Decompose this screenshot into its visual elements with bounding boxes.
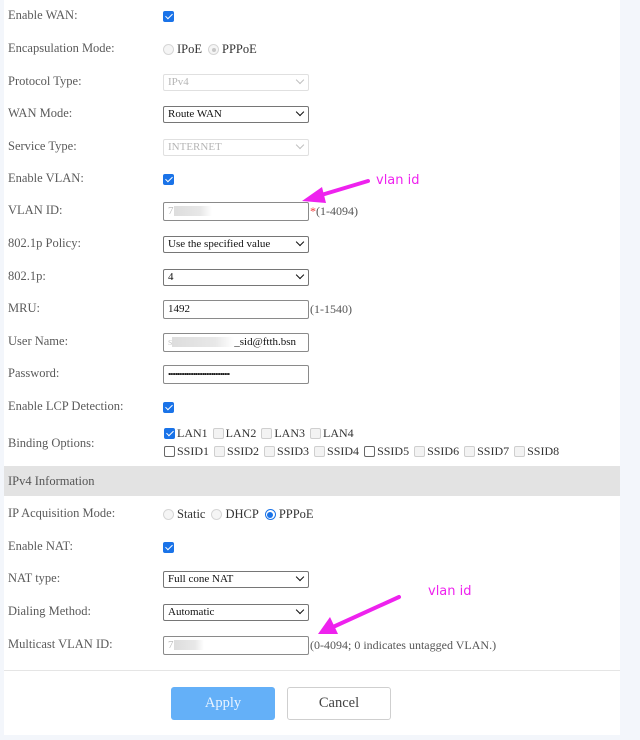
annotation-layer bbox=[302, 179, 401, 634]
annotation-arrow-2 bbox=[318, 595, 401, 634]
annotation-label-2: vlan id bbox=[428, 584, 472, 599]
annotation-label-1: vlan id bbox=[376, 173, 420, 188]
annotation-arrow-1 bbox=[302, 179, 370, 203]
